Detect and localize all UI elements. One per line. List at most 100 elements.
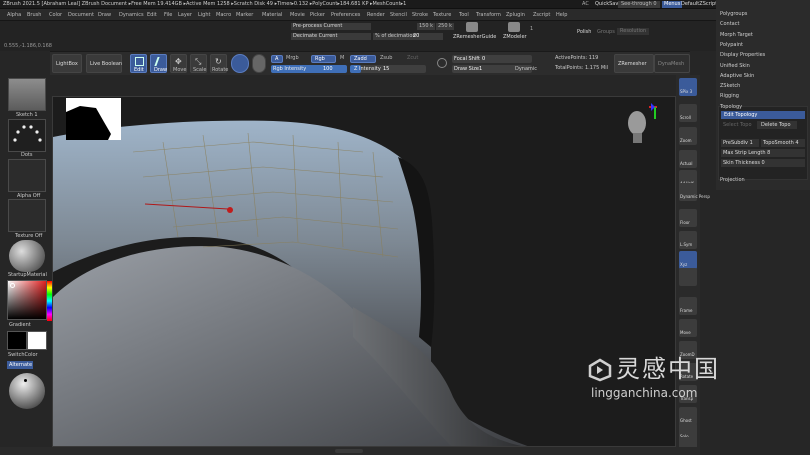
skin-thickness-slider[interactable]: Skin Thickness 0 bbox=[721, 159, 805, 167]
menu-stencil[interactable]: Stencil bbox=[390, 13, 407, 18]
menu-macro[interactable]: Macro bbox=[216, 13, 231, 18]
shelf-move[interactable]: Move bbox=[679, 319, 697, 337]
menu-alpha[interactable]: Alpha bbox=[7, 13, 21, 18]
shelf-scroll[interactable]: Scroll bbox=[679, 104, 697, 122]
ac-label[interactable]: AC bbox=[582, 2, 589, 7]
zsub-toggle[interactable]: Zsub bbox=[380, 56, 392, 61]
move-button[interactable]: ✥ Move bbox=[170, 54, 187, 73]
polish-button[interactable]: Polish bbox=[577, 30, 591, 35]
menu-picker[interactable]: Picker bbox=[310, 13, 325, 18]
zremesher-guide-icon[interactable] bbox=[466, 22, 478, 32]
menu-texture[interactable]: Texture bbox=[433, 13, 451, 18]
material-sphere-icon[interactable] bbox=[9, 240, 45, 272]
select-topo-button[interactable]: Select Topo bbox=[723, 123, 752, 128]
edit-topology-button[interactable]: Edit Topology bbox=[721, 111, 805, 119]
menu-light[interactable]: Light bbox=[198, 13, 210, 18]
shelf-frame[interactable]: Frame bbox=[679, 297, 697, 315]
menu-render[interactable]: Render bbox=[367, 13, 385, 18]
scale-button[interactable]: ⤡ Scale bbox=[190, 54, 207, 73]
shelf-zoom[interactable]: Zoom bbox=[679, 127, 697, 145]
subpalette-adaptive-skin[interactable]: Adaptive Skin bbox=[720, 73, 754, 79]
shelf-floor[interactable]: Floor bbox=[679, 209, 697, 227]
menu-transform[interactable]: Transform bbox=[476, 13, 501, 18]
seethrough-slider[interactable]: See-through 0 bbox=[618, 1, 660, 8]
menu-draw[interactable]: Draw bbox=[98, 13, 111, 18]
live-boolean-button[interactable]: Live Boolean bbox=[86, 54, 122, 73]
canvas-viewport[interactable] bbox=[52, 96, 676, 447]
menu-dynamics[interactable]: Dynamics bbox=[119, 13, 144, 18]
subpalette-zsketch[interactable]: ZSketch bbox=[720, 83, 740, 89]
menu-color[interactable]: Color bbox=[49, 13, 62, 18]
second-material-sphere-icon[interactable] bbox=[9, 373, 45, 409]
menu-tool[interactable]: Tool bbox=[459, 13, 469, 18]
a-toggle[interactable]: A bbox=[271, 55, 283, 63]
zcut-toggle[interactable]: Zcut bbox=[407, 56, 418, 61]
subpalette-morph-target[interactable]: Morph Target bbox=[720, 32, 753, 38]
subpalette-polypaint[interactable]: Polypaint bbox=[720, 42, 743, 48]
zremesher-guide-label[interactable]: ZRemesherGuide bbox=[453, 35, 496, 40]
material-sphere-icon[interactable] bbox=[252, 54, 266, 73]
decimate-250k-button[interactable]: 250 k bbox=[436, 23, 455, 30]
orientation-head-icon[interactable] bbox=[621, 101, 659, 145]
subpalette-display-properties[interactable]: Display Properties bbox=[720, 52, 765, 58]
color-picker[interactable] bbox=[7, 280, 52, 321]
texture-thumbnail[interactable] bbox=[8, 199, 46, 232]
menu-material[interactable]: Material bbox=[262, 13, 282, 18]
rgb-intensity-slider[interactable]: Rgb Intensity 100 bbox=[271, 65, 347, 73]
preprocess-current-button[interactable]: Pre-process Current bbox=[291, 23, 371, 30]
subpalette-topology[interactable]: Topology bbox=[720, 104, 742, 110]
decimation-slider[interactable]: % of decimation 20 bbox=[373, 33, 443, 40]
brush-thumbnail[interactable] bbox=[8, 78, 46, 111]
navigation-thumbnail[interactable] bbox=[66, 98, 121, 140]
shelf-lsym-axis[interactable] bbox=[679, 268, 697, 286]
menu-help[interactable]: Help bbox=[556, 13, 567, 18]
menu-document[interactable]: Document bbox=[68, 13, 94, 18]
main-color-swatch[interactable] bbox=[7, 331, 27, 350]
m-toggle[interactable]: M bbox=[340, 56, 344, 61]
stroke-thumbnail[interactable] bbox=[8, 119, 46, 152]
focal-shift-slider[interactable]: Focal Shift 0 bbox=[452, 55, 532, 63]
resolution-slider[interactable]: Resolution bbox=[617, 28, 650, 35]
rotate-button[interactable]: ↻ Rotate bbox=[210, 54, 228, 73]
rgb-toggle[interactable]: Rgb bbox=[311, 55, 336, 63]
menu-stroke[interactable]: Stroke bbox=[412, 13, 428, 18]
menu-zplugin[interactable]: Zplugin bbox=[506, 13, 525, 18]
shelf-xyz[interactable]: Xyz bbox=[679, 251, 697, 269]
menu-marker[interactable]: Marker bbox=[236, 13, 253, 18]
draw-button[interactable]: Draw bbox=[150, 54, 167, 73]
subpalette-unified-skin[interactable]: Unified Skin bbox=[720, 63, 750, 69]
menu-movie[interactable]: Movie bbox=[290, 13, 305, 18]
zadd-toggle[interactable]: Zadd bbox=[350, 55, 376, 63]
menu-file[interactable]: File bbox=[164, 13, 172, 18]
alpha-thumbnail[interactable] bbox=[8, 159, 46, 192]
zremesher-button[interactable]: ZRemesher bbox=[614, 54, 654, 73]
mrgb-toggle[interactable]: Mrgb bbox=[286, 56, 299, 61]
zmodeler-icon[interactable] bbox=[508, 22, 520, 32]
menu-layer[interactable]: Layer bbox=[178, 13, 192, 18]
topo-smooth-slider[interactable]: TopoSmooth 4 bbox=[761, 139, 805, 147]
max-strip-length-slider[interactable]: Max Strip Length 8 bbox=[721, 149, 805, 157]
lightbox-button[interactable]: LightBox bbox=[52, 54, 82, 73]
alternate-button[interactable]: Alternate bbox=[7, 361, 33, 369]
z-intensity-slider[interactable]: Z Intensity 15 bbox=[350, 65, 426, 73]
groups-button[interactable]: Groups bbox=[597, 30, 615, 35]
delete-topo-button[interactable]: Delete Topo bbox=[757, 121, 797, 129]
menu-edit[interactable]: Edit bbox=[147, 13, 157, 18]
switch-color-button[interactable]: SwitchColor bbox=[8, 353, 38, 358]
projection-subpalette[interactable]: Projection bbox=[720, 177, 745, 183]
decimate-150k-button[interactable]: 150 k bbox=[417, 23, 436, 30]
sculptris-icon[interactable] bbox=[231, 54, 249, 73]
dynamic-toggle[interactable]: Dynamic bbox=[515, 67, 537, 72]
subpalette-rigging[interactable]: Rigging bbox=[720, 93, 739, 99]
shelf-spix-3[interactable]: SPix 3 bbox=[679, 78, 697, 96]
gradient-label[interactable]: Gradient bbox=[9, 323, 31, 328]
menus-toggle[interactable]: Menus bbox=[662, 1, 683, 8]
bottom-scroll-handle[interactable] bbox=[335, 449, 363, 453]
shelf-actual[interactable]: Actual bbox=[679, 150, 697, 168]
dynamesh-button[interactable]: DynaMesh bbox=[654, 54, 690, 73]
zmodeler-label[interactable]: ZModeler bbox=[503, 35, 527, 40]
shelf-l-sym[interactable]: L.Sym bbox=[679, 231, 697, 249]
default-zscript-button[interactable]: DefaultZScript bbox=[681, 2, 717, 7]
subpalette-contact[interactable]: Contact bbox=[720, 21, 739, 27]
presubdiv-slider[interactable]: PreSubdiv 1 bbox=[721, 139, 759, 147]
